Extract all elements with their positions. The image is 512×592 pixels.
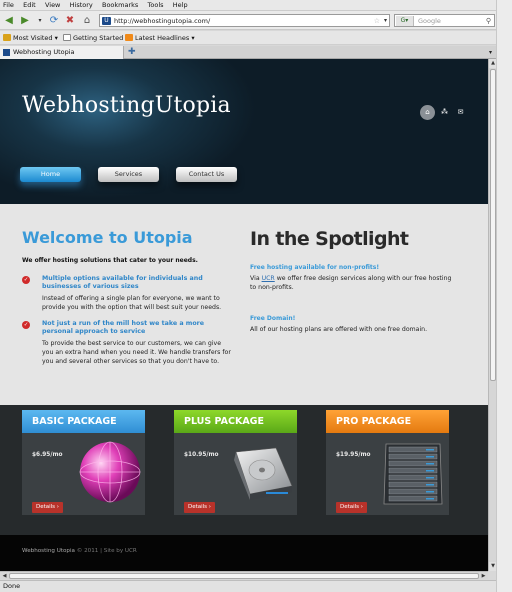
packages-section: BASIC PACKAGE $6.95/mo Details › PLUS PA… <box>0 405 488 535</box>
home-icon[interactable]: ⌂ <box>80 14 94 28</box>
url-text: http://webhostingutopia.com/ <box>114 17 211 25</box>
horizontal-scroll-thumb[interactable] <box>9 573 479 579</box>
menu-history[interactable]: History <box>67 0 97 11</box>
footer-brand[interactable]: Webhosting Utopia <box>22 548 75 554</box>
spotlight-heading: In the Spotlight <box>250 228 409 250</box>
hard-drive-icon <box>234 447 293 500</box>
menu-tools[interactable]: Tools <box>145 0 168 11</box>
spotlight-text: Via <box>250 275 262 282</box>
back-arrow-icon[interactable]: ◀ <box>2 14 16 28</box>
search-engine-icon[interactable]: G▾ <box>396 16 414 26</box>
package-title: PRO PACKAGE <box>326 410 449 433</box>
site-favicon-icon: U <box>102 17 111 25</box>
welcome-intro: We offer hosting solutions that cater to… <box>22 257 198 264</box>
spotlight-item-title: Free hosting available for non-profits! <box>250 264 380 271</box>
tab-title: Webhosting Utopia <box>13 48 75 56</box>
tab-webhosting-utopia[interactable]: Webhosting Utopia <box>0 46 124 59</box>
basic-details-button[interactable]: Details › <box>32 502 63 513</box>
pro-package-card: PRO PACKAGE $19.95/mo Details › <box>326 410 449 515</box>
footer-text: Webhosting Utopia © 2011 | Site by UCR <box>22 548 137 554</box>
history-dropdown-icon[interactable]: ▾ <box>33 14 47 28</box>
plus-details-button[interactable]: Details › <box>184 502 215 513</box>
mail-icon[interactable]: ✉ <box>453 105 468 120</box>
package-title: PLUS PACKAGE <box>174 410 297 433</box>
nav-services-button[interactable]: Services <box>98 167 159 182</box>
page-viewport: WebhostingUtopia ⌂ ⁂ ✉ Home Services Con… <box>0 59 488 571</box>
spotlight-item-title: Free Domain! <box>250 315 296 322</box>
menu-help[interactable]: Help <box>170 0 192 11</box>
page-icon <box>63 34 71 41</box>
site-footer: Webhosting Utopia © 2011 | Site by UCR <box>0 535 488 571</box>
url-dropdown-icon[interactable]: ▾ <box>384 15 387 27</box>
spotlight-item-body: All of our hosting plans are offered wit… <box>250 326 428 333</box>
welcome-heading: Welcome to Utopia <box>22 228 193 247</box>
search-icon[interactable]: ⚲ <box>486 15 491 27</box>
search-box[interactable]: G▾ Google ⚲ <box>394 14 495 27</box>
check-icon: ✓ <box>22 276 30 284</box>
site-logo[interactable]: WebhostingUtopia <box>22 93 231 118</box>
feature-title: Not just a run of the mill host we take … <box>42 320 205 335</box>
window-edge <box>496 0 512 592</box>
footer-copyright: © 2011 | Site by UCR <box>74 548 137 554</box>
bookmark-most-visited[interactable]: Most Visited ▾ <box>3 31 58 45</box>
plus-package-card: PLUS PACKAGE $10.95/mo Details › <box>174 410 297 515</box>
tab-bar: Webhosting Utopia ✚ ▾ <box>0 46 496 59</box>
bookmark-star-icon[interactable]: ☆ <box>374 15 380 27</box>
reload-icon[interactable]: ⟳ <box>47 14 61 28</box>
menu-bar: File Edit View History Bookmarks Tools H… <box>0 0 496 11</box>
tab-favicon-icon <box>3 49 10 56</box>
main-content: Welcome to Utopia We offer hosting solut… <box>0 204 488 405</box>
bookmark-label: Getting Started <box>73 34 124 42</box>
basic-package-card: BASIC PACKAGE $6.95/mo Details › <box>22 410 145 515</box>
url-bar[interactable]: U http://webhostingutopia.com/ ☆ ▾ <box>99 14 390 27</box>
bookmark-getting-started[interactable]: Getting Started <box>63 31 123 45</box>
feature-body: To provide the best service to our custo… <box>42 340 231 365</box>
tab-list-icon[interactable]: ▾ <box>489 46 492 59</box>
menu-file[interactable]: File <box>0 0 18 11</box>
search-placeholder: Google <box>418 17 441 25</box>
status-text: Done <box>3 582 21 590</box>
folder-icon <box>3 34 11 41</box>
package-price: $6.95/mo <box>32 452 63 458</box>
ucr-link[interactable]: UCR <box>262 275 275 282</box>
scroll-left-icon[interactable]: ◀ <box>0 572 9 580</box>
sitemap-icon[interactable]: ⁂ <box>437 105 452 120</box>
bookmark-label: Latest Headlines <box>135 34 190 42</box>
check-icon: ✓ <box>22 321 30 329</box>
menu-bookmarks[interactable]: Bookmarks <box>99 0 142 11</box>
menu-view[interactable]: View <box>42 0 64 11</box>
horizontal-scrollbar[interactable]: ◀ ▶ <box>0 571 488 579</box>
package-title: BASIC PACKAGE <box>22 410 145 433</box>
stop-icon[interactable]: ✖ <box>63 14 77 28</box>
bookmark-label: Most Visited <box>13 34 53 42</box>
status-bar: Done <box>0 580 496 592</box>
vertical-scrollbar[interactable]: ▲ ▼ <box>488 59 497 571</box>
nav-contact-button[interactable]: Contact Us <box>176 167 237 182</box>
home-icon[interactable]: ⌂ <box>420 105 435 120</box>
scroll-right-icon[interactable]: ▶ <box>479 572 488 580</box>
pro-details-button[interactable]: Details › <box>336 502 367 513</box>
feature-body: Instead of offering a single plan for ev… <box>42 295 222 311</box>
bookmarks-toolbar: Most Visited ▾ Getting Started Latest He… <box>0 31 496 45</box>
spotlight-item-body: Via UCR we offer free design services al… <box>250 274 455 292</box>
forward-arrow-icon[interactable]: ▶ <box>18 14 32 28</box>
site-header: WebhostingUtopia ⌂ ⁂ ✉ Home Services Con… <box>0 59 488 204</box>
package-price: $19.95/mo <box>336 452 371 458</box>
navigation-toolbar: ◀ ▶ ▾ ⟳ ✖ ⌂ U http://webhostingutopia.co… <box>0 11 496 30</box>
new-tab-icon[interactable]: ✚ <box>128 46 136 59</box>
menu-edit[interactable]: Edit <box>20 0 40 11</box>
feature-title: Multiple options available for individua… <box>42 275 203 290</box>
bookmark-latest-headlines[interactable]: Latest Headlines ▾ <box>125 31 195 45</box>
globe-icon <box>79 441 141 503</box>
server-rack-icon <box>383 443 443 505</box>
spotlight-text: we offer free design services along with… <box>250 275 452 291</box>
rss-icon <box>125 34 133 41</box>
package-price: $10.95/mo <box>184 452 219 458</box>
nav-home-button[interactable]: Home <box>20 167 81 182</box>
